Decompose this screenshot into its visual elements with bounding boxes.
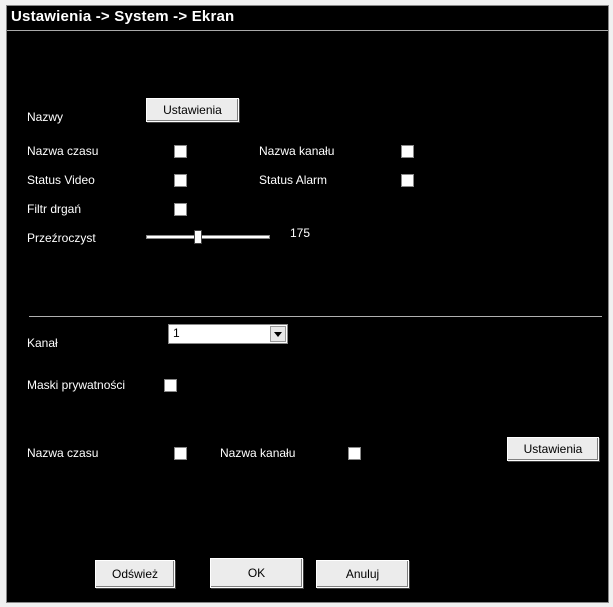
channel-time-name-label: Nazwa czasu xyxy=(27,446,99,460)
transparency-slider-track[interactable] xyxy=(146,235,270,239)
alarm-status-label: Status Alarm xyxy=(259,173,328,187)
video-status-label: Status Video xyxy=(27,173,95,187)
section-divider xyxy=(29,316,602,317)
page-title: Ustawienia -> System -> Ekran xyxy=(11,8,235,25)
channel-label: Kanał xyxy=(27,336,58,350)
channel-select-value: 1 xyxy=(173,326,180,340)
chevron-down-icon[interactable] xyxy=(270,326,286,342)
channel-select[interactable]: 1 xyxy=(168,324,288,344)
anti-shake-label: Filtr drgań xyxy=(27,202,82,216)
time-name-checkbox[interactable] xyxy=(174,145,187,158)
channel-name-checkbox[interactable] xyxy=(401,145,414,158)
title-bar: Ustawienia -> System -> Ekran xyxy=(7,6,608,28)
channel-channel-name-checkbox[interactable] xyxy=(348,447,361,460)
channel-settings-button[interactable]: Ustawienia xyxy=(507,437,599,461)
names-settings-button[interactable]: Ustawienia xyxy=(146,98,239,122)
transparency-label: Przeźroczyst xyxy=(27,231,96,245)
privacy-masks-checkbox[interactable] xyxy=(164,379,177,392)
ok-button[interactable]: OK xyxy=(210,558,303,588)
settings-window: Ustawienia -> System -> Ekran Nazwy Usta… xyxy=(6,5,609,603)
names-label: Nazwy xyxy=(27,110,64,124)
time-name-label: Nazwa czasu xyxy=(27,144,99,158)
cancel-button[interactable]: Anuluj xyxy=(316,560,409,588)
channel-name-label: Nazwa kanału xyxy=(259,144,335,158)
video-status-checkbox[interactable] xyxy=(174,174,187,187)
transparency-value: 175 xyxy=(290,226,311,240)
refresh-button[interactable]: Odśwież xyxy=(95,560,175,588)
channel-channel-name-label: Nazwa kanału xyxy=(220,446,296,460)
settings-panel: Nazwy Ustawienia Nazwa czasu Nazwa kanał… xyxy=(7,32,608,602)
transparency-slider-thumb[interactable] xyxy=(194,230,202,244)
alarm-status-checkbox[interactable] xyxy=(401,174,414,187)
anti-shake-checkbox[interactable] xyxy=(174,203,187,216)
channel-time-name-checkbox[interactable] xyxy=(174,447,187,460)
title-divider xyxy=(7,30,608,31)
privacy-masks-label: Maski prywatności xyxy=(27,378,126,392)
